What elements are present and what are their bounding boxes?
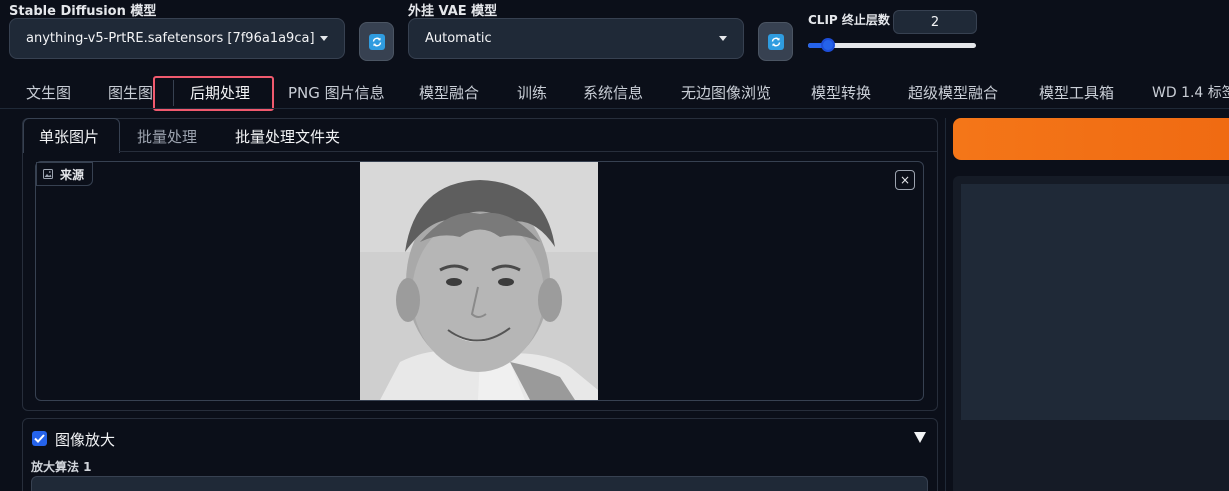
chevron-down-icon: [320, 36, 328, 41]
checkpoint-value: anything-v5-PrtRE.safetensors [7f96a1a9c…: [26, 31, 315, 46]
tab-wd14-tagger[interactable]: WD 1.4 标签: [1152, 82, 1229, 102]
vae-label: 外挂 VAE 模型: [408, 4, 498, 19]
source-image: [360, 162, 598, 400]
tab-checkpoint-merger[interactable]: 模型融合: [419, 82, 479, 103]
checkpoint-dropdown[interactable]: anything-v5-PrtRE.safetensors [7f96a1a9c…: [9, 18, 345, 59]
upscale-title: 图像放大: [55, 431, 116, 449]
subtab-batch-process[interactable]: 批量处理: [137, 126, 197, 147]
image-icon: [43, 169, 53, 179]
triangle-down-icon[interactable]: [914, 432, 926, 443]
tab-system-info[interactable]: 系统信息: [583, 82, 643, 103]
generate-button[interactable]: [953, 118, 1229, 160]
clip-skip-label: CLIP 终止层数: [808, 13, 890, 27]
source-label: 来源: [60, 167, 85, 182]
refresh-icon: [368, 33, 385, 50]
output-image-area: [961, 184, 1229, 420]
vae-value: Automatic: [425, 31, 492, 46]
tab-train[interactable]: 训练: [517, 82, 547, 103]
slider-thumb[interactable]: [821, 38, 835, 52]
chevron-down-icon: [719, 36, 727, 41]
checkpoint-label: Stable Diffusion 模型: [9, 4, 157, 19]
upscaler-1-label: 放大算法 1: [31, 460, 92, 474]
panel-divider: [945, 118, 946, 491]
refresh-icon: [767, 33, 784, 50]
upscaler-1-dropdown[interactable]: [31, 476, 928, 491]
source-label-badge: 来源: [36, 162, 94, 186]
tab-supermerger[interactable]: 超级模型融合: [908, 82, 998, 103]
tab-separator: [173, 80, 174, 106]
checkpoint-refresh-button[interactable]: [359, 22, 394, 61]
clip-skip-number-input[interactable]: 2: [893, 10, 977, 34]
tab-img2img[interactable]: 图生图: [108, 82, 153, 103]
tab-extras[interactable]: 后期处理: [190, 82, 250, 103]
tab-bar-divider: [0, 108, 1229, 109]
subtab-single-image[interactable]: 单张图片: [39, 126, 99, 147]
tab-model-toolkit[interactable]: 模型工具箱: [1039, 82, 1114, 103]
tab-txt2img[interactable]: 文生图: [26, 82, 71, 103]
subtab-divider: [119, 151, 937, 152]
tab-model-converter[interactable]: 模型转换: [811, 82, 871, 103]
subtab-batch-from-directory[interactable]: 批量处理文件夹: [235, 126, 340, 147]
tab-infinite-image-browsing[interactable]: 无边图像浏览: [681, 82, 771, 103]
tab-png-info[interactable]: PNG 图片信息: [288, 82, 385, 103]
close-icon[interactable]: ×: [895, 170, 915, 190]
vae-dropdown[interactable]: Automatic: [408, 18, 744, 59]
upscale-checkbox[interactable]: [32, 431, 47, 446]
vae-refresh-button[interactable]: [758, 22, 793, 61]
clip-skip-slider[interactable]: [808, 37, 976, 53]
